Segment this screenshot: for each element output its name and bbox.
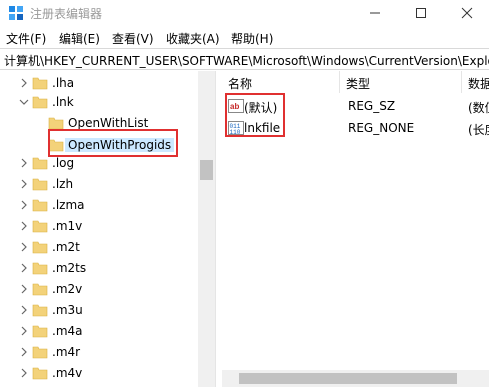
folder-icon xyxy=(32,178,48,191)
tree-item-label[interactable]: .m2ts xyxy=(52,261,86,275)
folder-icon xyxy=(32,367,48,380)
tree-item-label[interactable]: OpenWithList xyxy=(68,116,148,130)
maximize-icon xyxy=(416,8,426,18)
value-data: (数值 xyxy=(468,101,489,115)
folder-icon xyxy=(32,346,48,359)
folder-icon xyxy=(32,304,48,317)
chevron-right-icon[interactable] xyxy=(18,198,30,212)
maximize-button[interactable] xyxy=(398,0,444,26)
menu-help[interactable]: 帮助(H) xyxy=(231,30,273,47)
folder-icon xyxy=(32,220,48,233)
chevron-right-icon[interactable] xyxy=(18,366,30,380)
chevron-right-icon[interactable] xyxy=(18,282,30,296)
annotation-highlight-box xyxy=(225,93,285,137)
column-header-type[interactable]: 类型 xyxy=(340,71,462,93)
list-horizontal-scrollbar[interactable] xyxy=(222,370,489,387)
chevron-right-icon[interactable] xyxy=(18,219,30,233)
window-title: 注册表编辑器 xyxy=(30,7,103,21)
tree-item-label[interactable]: .m4a xyxy=(52,324,83,338)
folder-open-icon xyxy=(32,96,48,109)
menu-bar: 文件(F) 编辑(E) 查看(V) 收藏夹(A) 帮助(H) xyxy=(0,27,489,47)
folder-icon xyxy=(32,199,48,212)
title-bar: 注册表编辑器 xyxy=(0,0,489,26)
tree-scrollbar-thumb[interactable] xyxy=(200,160,213,180)
tree-item-label[interactable]: .m2t xyxy=(52,240,80,254)
tree-scrollbar[interactable] xyxy=(198,71,215,387)
chevron-right-icon[interactable] xyxy=(18,345,30,359)
menu-edit[interactable]: 编辑(E) xyxy=(59,30,100,47)
chevron-right-icon[interactable] xyxy=(18,156,30,170)
key-tree[interactable]: .lha .lnk OpenWithList OpenWithProgids .… xyxy=(0,71,198,387)
chevron-right-icon[interactable] xyxy=(18,240,30,254)
folder-icon xyxy=(32,262,48,275)
tree-item-label[interactable]: .lha xyxy=(52,76,74,90)
tree-item-label[interactable]: .m3u xyxy=(52,303,83,317)
folder-icon xyxy=(32,241,48,254)
minimize-button[interactable] xyxy=(352,0,398,26)
folder-icon xyxy=(32,77,48,90)
column-header-name[interactable]: 名称 xyxy=(222,71,340,93)
chevron-down-icon[interactable] xyxy=(18,95,30,109)
folder-icon xyxy=(32,157,48,170)
value-list[interactable]: 名称 类型 数据 ab (默认) REG_SZ (数值 011 110 lnkf… xyxy=(222,71,489,387)
menu-file[interactable]: 文件(F) xyxy=(6,30,46,47)
value-type: REG_NONE xyxy=(348,121,415,135)
tree-item-label[interactable]: .m2v xyxy=(52,282,82,296)
tree-item-label[interactable]: .m1v xyxy=(52,219,82,233)
pane-splitter[interactable] xyxy=(215,71,222,387)
close-button[interactable] xyxy=(444,0,489,26)
value-type: REG_SZ xyxy=(348,99,396,113)
minimize-icon xyxy=(370,12,380,14)
tree-item[interactable]: .m4v xyxy=(0,361,198,385)
address-bar[interactable]: 计算机\HKEY_CURRENT_USER\SOFTWARE\Microsoft… xyxy=(0,48,489,70)
tree-item-label[interactable]: .m4r xyxy=(52,345,80,359)
column-header-data[interactable]: 数据 xyxy=(462,71,489,93)
menu-favorites[interactable]: 收藏夹(A) xyxy=(166,30,220,47)
tree-item-label[interactable]: .lnk xyxy=(52,95,74,109)
tree-item-label[interactable]: .lzma xyxy=(52,198,85,212)
tree-item-label[interactable]: .m4v xyxy=(52,366,82,380)
chevron-right-icon[interactable] xyxy=(18,177,30,191)
tree-item-label[interactable]: .lzh xyxy=(52,177,73,191)
value-data: (长度 xyxy=(468,123,489,137)
tree-item-label[interactable]: .log xyxy=(52,156,74,170)
chevron-right-icon[interactable] xyxy=(18,303,30,317)
menu-view[interactable]: 查看(V) xyxy=(112,30,154,47)
chevron-right-icon[interactable] xyxy=(18,261,30,275)
chevron-right-icon[interactable] xyxy=(18,76,30,90)
horizontal-scrollbar-thumb[interactable] xyxy=(239,373,457,384)
folder-icon xyxy=(32,283,48,296)
folder-icon xyxy=(32,325,48,338)
close-icon xyxy=(461,7,473,19)
address-path[interactable]: 计算机\HKEY_CURRENT_USER\SOFTWARE\Microsoft… xyxy=(4,52,489,69)
registry-editor-icon xyxy=(9,6,23,20)
chevron-right-icon[interactable] xyxy=(18,324,30,338)
